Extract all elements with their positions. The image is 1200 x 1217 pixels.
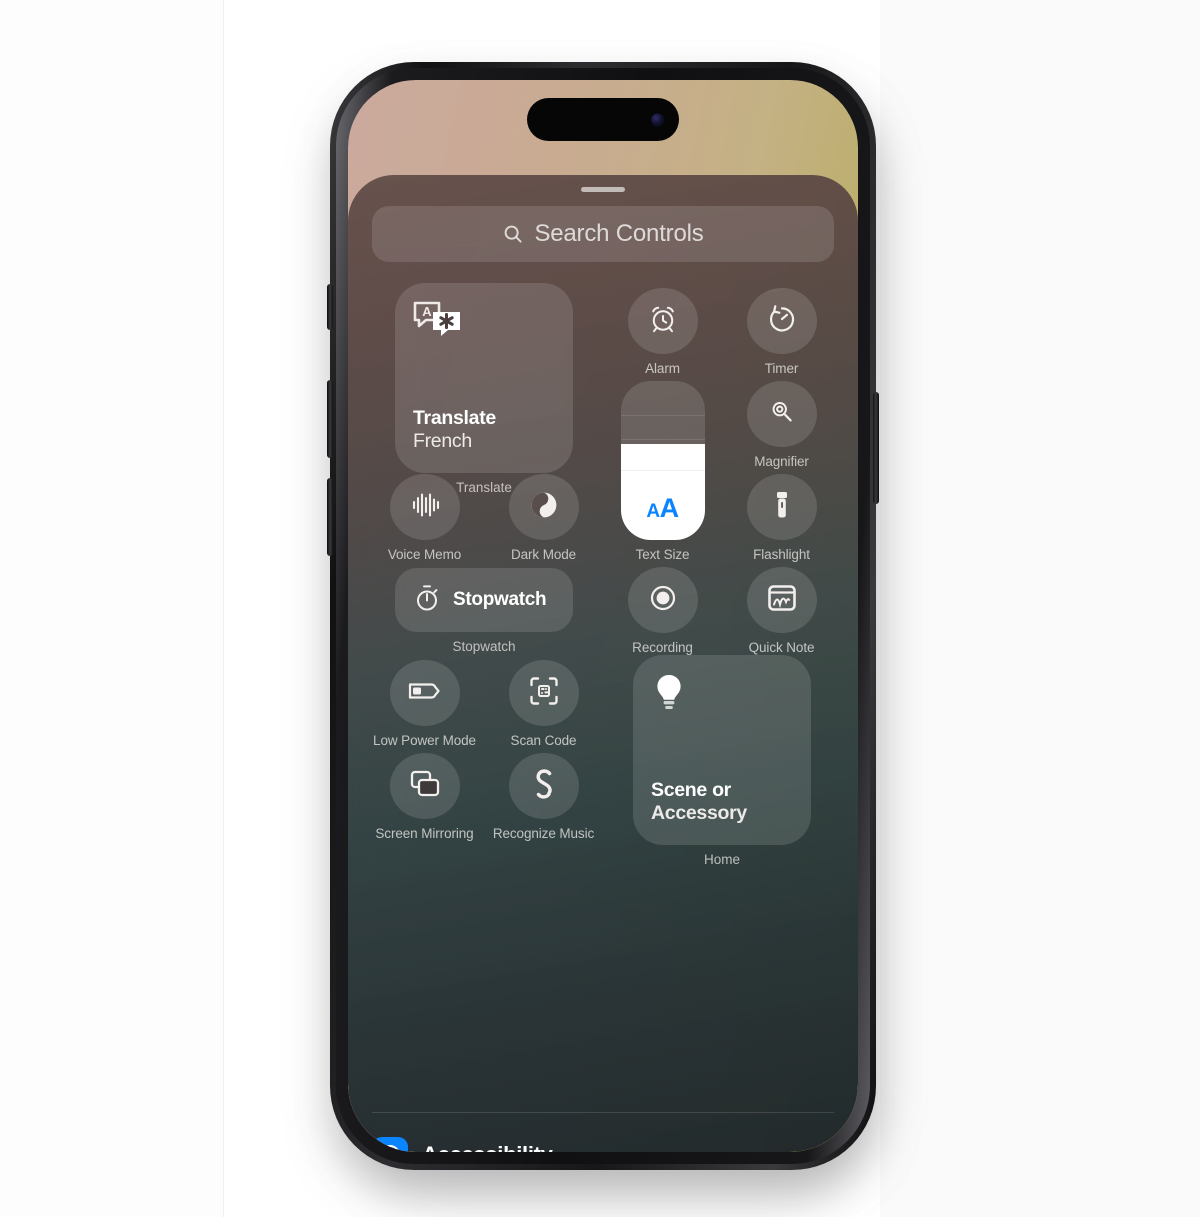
timer-label: Timer [764,361,799,376]
screen-mirroring-icon [409,769,441,804]
control-alarm[interactable]: Alarm [610,283,715,376]
search-placeholder: Search Controls [534,220,704,247]
volume-down-button[interactable] [327,478,333,556]
low-power-mode-button[interactable] [389,660,460,726]
dynamic-island [527,98,679,141]
page-left-margin [0,0,224,1217]
home-scene-tile-body[interactable]: Scene or Accessory [633,655,811,845]
control-low-power-mode[interactable]: Low Power Mode [372,655,477,748]
dark-mode-button[interactable] [508,474,579,540]
flashlight-button[interactable] [746,474,817,540]
quick-note-icon [767,584,797,617]
magnifier-icon [766,396,797,432]
svg-text:A: A [422,304,432,319]
record-dot-icon [647,582,679,619]
flashlight-label: Flashlight [753,547,810,562]
translate-tile-body[interactable]: A Translate French [395,283,573,473]
control-stopwatch[interactable]: Stopwatch Stopwatch [372,562,596,655]
timer-button[interactable] [746,288,817,354]
low-power-mode-label: Low Power Mode [373,733,476,748]
section-divider [372,1112,834,1113]
iphone-device: Search Controls A Translate French Trans… [327,62,879,1170]
text-size-slider-fill: AA [620,444,705,540]
alarm-clock-icon [647,303,679,340]
power-button[interactable] [873,392,879,504]
home-scene-title-block: Scene or Accessory [651,779,747,825]
text-size-label: Text Size [635,547,690,562]
recording-label: Recording [632,640,693,655]
dark-mode-circle-icon [528,489,560,526]
alarm-label: Alarm [645,361,680,376]
search-icon [502,223,524,245]
control-magnifier[interactable]: Magnifier [729,376,834,469]
screen-mirroring-button[interactable] [389,753,460,819]
battery-low-icon [408,680,442,707]
control-text-size[interactable]: AA Text Size [610,376,715,562]
drag-handle[interactable] [581,187,625,192]
home-scene-title: Scene or [651,779,731,801]
phone-screen: Search Controls A Translate French Trans… [348,80,858,1152]
recognize-music-label: Recognize Music [492,826,595,841]
dark-mode-label: Dark Mode [510,547,577,562]
scan-code-button[interactable] [508,660,579,726]
recognize-music-button[interactable] [508,753,579,819]
stopwatch-pill[interactable]: Stopwatch [395,568,573,632]
flashlight-icon [771,489,793,526]
recording-button[interactable] [627,567,698,633]
control-center-panel: Search Controls A Translate French Trans… [348,175,858,1152]
stopwatch-icon [413,583,441,618]
alarm-button[interactable] [627,288,698,354]
control-scan-code[interactable]: Scan Code [491,655,596,748]
control-quick-note[interactable]: Quick Note [729,562,834,655]
quick-note-button[interactable] [746,567,817,633]
waveform-icon [409,491,441,524]
action-button[interactable] [327,284,333,330]
voice-memo-label: Voice Memo [387,547,462,562]
timer-icon [766,303,798,340]
translate-bubbles-icon: A [412,299,464,348]
home-scene-caption: Home [703,852,740,867]
search-input[interactable]: Search Controls [372,206,834,262]
screen-mirroring-label: Screen Mirroring [375,826,474,841]
control-recognize-music[interactable]: Recognize Music [491,748,596,841]
control-screen-mirroring[interactable]: Screen Mirroring [372,748,477,841]
stopwatch-caption: Stopwatch [452,639,516,654]
accessibility-badge-icon [372,1137,408,1152]
text-size-slider[interactable]: AA [620,381,705,540]
control-home-scene[interactable]: Scene or Accessory Home [610,655,834,867]
accessibility-title: Accessibility [422,1142,553,1152]
translate-title-block: Translate French [413,407,496,453]
control-voice-memo[interactable]: Voice Memo [372,469,477,562]
voice-memo-button[interactable] [389,474,460,540]
quick-note-label: Quick Note [748,640,815,655]
control-timer[interactable]: Timer [729,283,834,376]
qr-scan-icon [529,676,559,711]
lightbulb-icon [650,671,688,724]
volume-up-button[interactable] [327,380,333,458]
control-dark-mode[interactable]: Dark Mode [491,469,596,562]
accessibility-section-header[interactable]: Accessibility [372,1137,553,1152]
translate-subtitle: French [413,430,472,452]
stopwatch-title: Stopwatch [453,589,547,610]
magnifier-label: Magnifier [754,454,809,469]
home-scene-subtitle: Accessory [651,802,747,824]
control-recording[interactable]: Recording [610,562,715,655]
scan-code-label: Scan Code [510,733,577,748]
page-right-margin [880,0,1200,1217]
controls-grid: A Translate French Translate Alarm Timer… [372,283,834,867]
magnifier-button[interactable] [746,381,817,447]
front-camera-icon [651,113,664,126]
translate-title: Translate [413,407,496,429]
control-translate[interactable]: A Translate French Translate [372,283,596,495]
page-root: Search Controls A Translate French Trans… [0,0,1200,1217]
text-size-aa-icon: AA [646,493,679,523]
shazam-icon [528,767,560,806]
control-flashlight[interactable]: Flashlight [729,469,834,562]
